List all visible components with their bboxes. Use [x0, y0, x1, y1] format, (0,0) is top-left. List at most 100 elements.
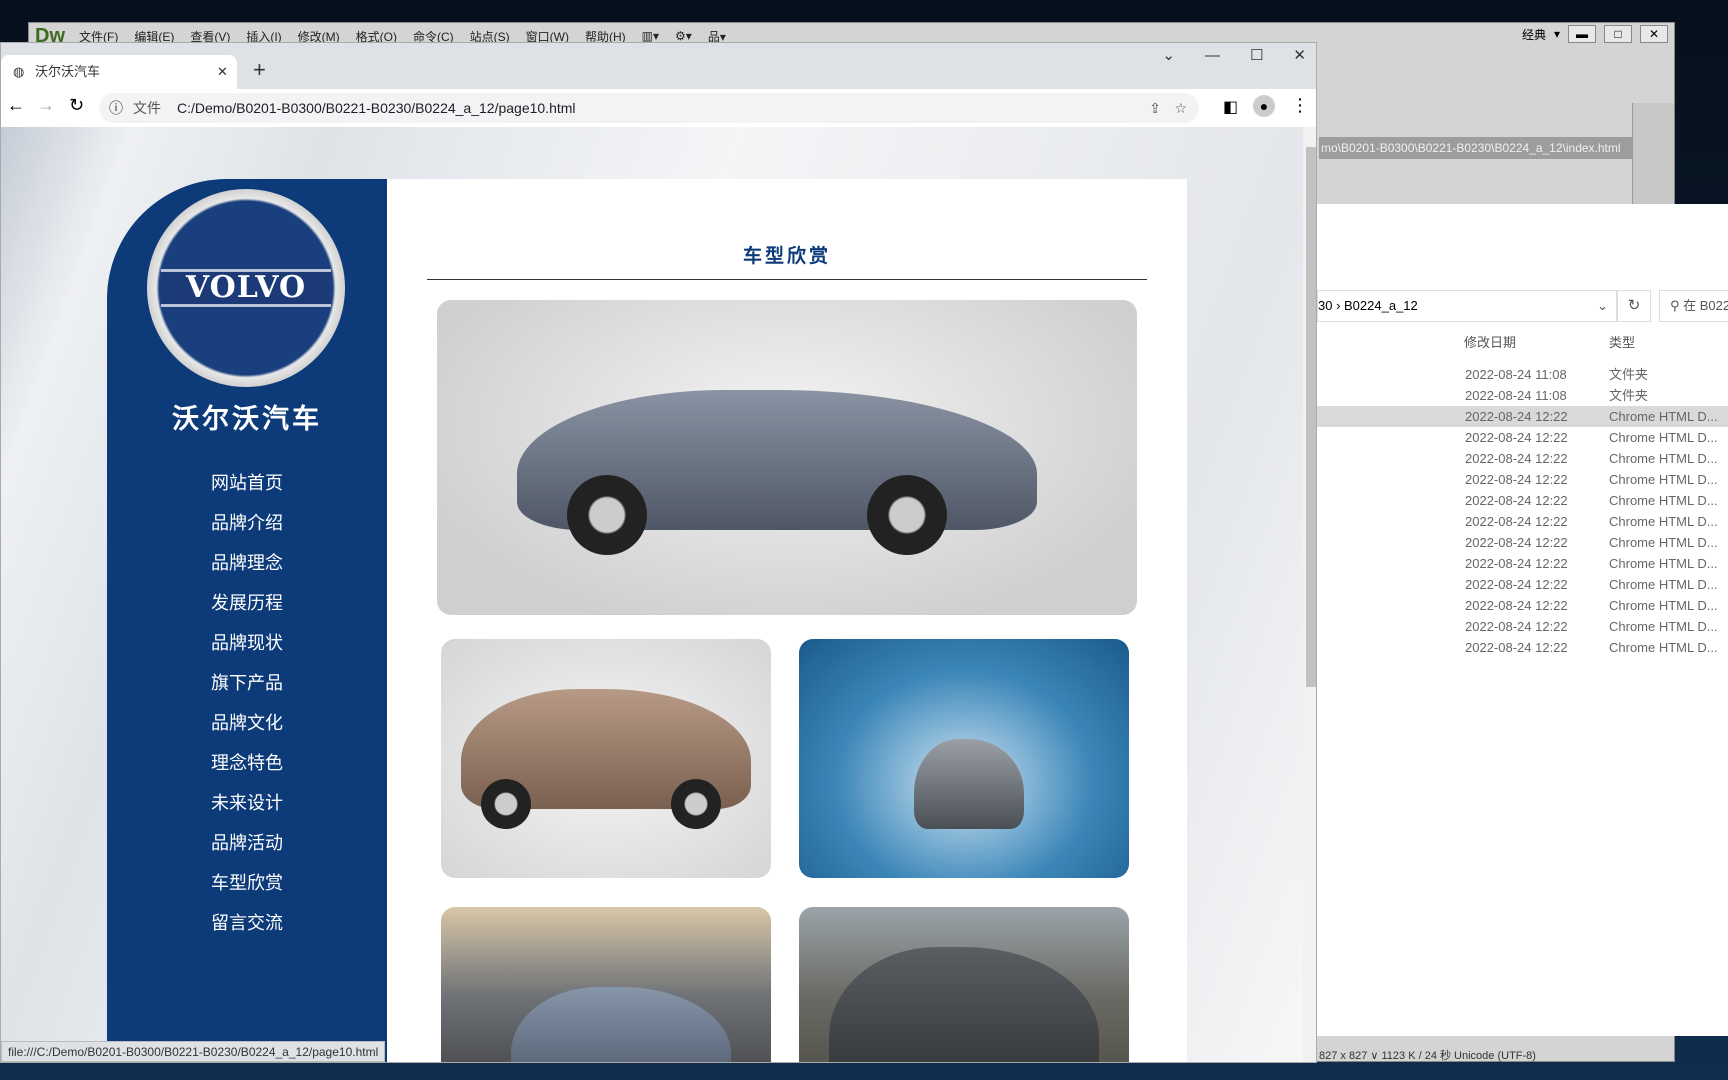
car-photo-hatchback-rear[interactable] [441, 907, 771, 1062]
file-date: 2022-08-24 12:22 [1465, 451, 1568, 466]
new-tab-button[interactable]: + [253, 57, 266, 83]
file-explorer-window: 30 › B0224_a_12 ⌄ ↻ ⚲ 在 B0224 修改日期 类型 202… [1317, 204, 1728, 1036]
tab-title: 沃尔沃汽车 [35, 64, 101, 79]
file-date: 2022-08-24 12:22 [1465, 598, 1568, 613]
page-viewport: VOLVO 沃尔沃汽车 网站首页 品牌介绍 品牌理念 发展历程 品牌现状 旗下产品 品牌文化… [1, 127, 1303, 1062]
file-date: 2022-08-24 12:22 [1465, 577, 1568, 592]
file-date: 2022-08-24 12:22 [1465, 556, 1568, 571]
maximize-button[interactable]: ☐ [1250, 43, 1263, 69]
nav-item[interactable]: 理念特色 [107, 749, 387, 775]
file-type: Chrome HTML D... [1609, 619, 1718, 634]
nav-item[interactable]: 品牌介绍 [107, 509, 387, 535]
file-type: Chrome HTML D... [1609, 640, 1718, 655]
menu-icon[interactable]: ⋮ [1291, 95, 1309, 116]
nav-item[interactable]: 品牌文化 [107, 709, 387, 735]
file-type: Chrome HTML D... [1609, 451, 1718, 466]
file-type: Chrome HTML D... [1609, 430, 1718, 445]
nav-item[interactable]: 发展历程 [107, 589, 387, 615]
car-photo-sedan[interactable] [437, 300, 1137, 615]
file-row[interactable]: 2022-08-24 12:22 Chrome HTML D... [1317, 595, 1728, 616]
file-row[interactable]: 2022-08-24 11:08 文件夹 [1317, 364, 1728, 385]
file-type: Chrome HTML D... [1609, 514, 1718, 529]
nav-item[interactable]: 品牌理念 [107, 549, 387, 575]
main-content: 车型欣赏 [387, 179, 1187, 1062]
file-row[interactable]: 2022-08-24 12:22 Chrome HTML D... [1317, 469, 1728, 490]
nav-item[interactable]: 留言交流 [107, 909, 387, 935]
search-placeholder: 在 B0224 [1683, 298, 1728, 313]
file-row[interactable]: 2022-08-24 12:22 Chrome HTML D... [1317, 574, 1728, 595]
info-icon[interactable]: ⓘ [109, 93, 123, 123]
file-row[interactable]: 2022-08-24 12:22 Chrome HTML D... [1317, 490, 1728, 511]
refresh-icon[interactable]: ↻ [1617, 290, 1651, 322]
maximize-button[interactable]: □ [1604, 25, 1632, 43]
dw-document-path: mo\B0201-B0300\B0221-B0230\B0224_a_12\in… [1319, 137, 1649, 159]
volvo-logo: VOLVO [147, 189, 345, 387]
page-scrollbar[interactable] [1303, 127, 1316, 1062]
file-row[interactable]: 2022-08-24 12:22 Chrome HTML D... [1317, 406, 1728, 427]
car-photo-suv-water[interactable] [799, 639, 1129, 878]
nav-item[interactable]: 未来设计 [107, 789, 387, 815]
address-bar[interactable]: ⓘ 文件 C:/Demo/B0201-B0300/B0221-B0230/B02… [99, 93, 1199, 123]
browser-window: ⌄ — ☐ ✕ ◍ 沃尔沃汽车 ✕ + ← → ↻ ⓘ 文件 C:/Demo/B… [0, 42, 1317, 1063]
file-type: Chrome HTML D... [1609, 556, 1718, 571]
nav-item[interactable]: 旗下产品 [107, 669, 387, 695]
file-type: Chrome HTML D... [1609, 409, 1718, 424]
column-header-date[interactable]: 修改日期 [1464, 332, 1516, 351]
sidebar: VOLVO 沃尔沃汽车 网站首页 品牌介绍 品牌理念 发展历程 品牌现状 旗下产品 品牌文化… [107, 179, 387, 1062]
bookmark-star-icon[interactable]: ☆ [1174, 93, 1187, 123]
nav-item[interactable]: 品牌现状 [107, 629, 387, 655]
file-row[interactable]: 2022-08-24 11:08 文件夹 [1317, 385, 1728, 406]
chevron-down-icon[interactable]: ⌄ [1597, 291, 1608, 321]
file-row[interactable]: 2022-08-24 12:22 Chrome HTML D... [1317, 553, 1728, 574]
file-type: 文件夹 [1609, 388, 1649, 403]
dw-window-controls: 经典 ▾ ▬ □ ✕ [1522, 25, 1668, 43]
minimize-button[interactable]: — [1205, 43, 1220, 69]
explorer-search-input[interactable]: ⚲ 在 B0224 [1659, 290, 1728, 322]
logo-wordmark: VOLVO [161, 269, 331, 307]
car-photo-hatchback-bronze[interactable] [441, 639, 771, 878]
reload-icon[interactable]: ↻ [69, 95, 84, 116]
file-date: 2022-08-24 11:08 [1465, 367, 1567, 382]
close-button[interactable]: ✕ [1640, 25, 1668, 43]
nav-item[interactable]: 网站首页 [107, 469, 387, 495]
minimize-button[interactable]: ▬ [1568, 25, 1596, 43]
file-row[interactable]: 2022-08-24 12:22 Chrome HTML D... [1317, 532, 1728, 553]
scrollbar-thumb[interactable] [1306, 147, 1316, 687]
profile-avatar-icon[interactable]: ● [1253, 95, 1275, 117]
tab-search-icon[interactable]: ⌄ [1162, 43, 1175, 69]
file-date: 2022-08-24 12:22 [1465, 619, 1568, 634]
globe-icon: ◍ [13, 64, 25, 79]
link-status-bar: file:///C:/Demo/B0201-B0300/B0221-B0230/… [1, 1041, 386, 1062]
url-text[interactable]: C:/Demo/B0201-B0300/B0221-B0230/B0224_a_… [177, 93, 576, 123]
side-panel-icon[interactable]: ◧ [1223, 97, 1238, 117]
file-type: Chrome HTML D... [1609, 493, 1718, 508]
file-type: 文件夹 [1609, 367, 1649, 382]
file-type: Chrome HTML D... [1609, 577, 1718, 592]
explorer-address-bar[interactable]: 30 › B0224_a_12 ⌄ [1317, 290, 1617, 322]
file-row[interactable]: 2022-08-24 12:22 Chrome HTML D... [1317, 448, 1728, 469]
close-button[interactable]: ✕ [1293, 43, 1306, 69]
file-row[interactable]: 2022-08-24 12:22 Chrome HTML D... [1317, 637, 1728, 658]
close-tab-icon[interactable]: ✕ [217, 55, 228, 89]
share-icon[interactable]: ⇪ [1149, 93, 1161, 123]
workspace-switcher[interactable]: 经典 [1522, 26, 1546, 43]
forward-icon[interactable]: → [37, 95, 55, 116]
back-icon[interactable]: ← [7, 95, 25, 116]
column-header-type[interactable]: 类型 [1609, 332, 1635, 351]
file-date: 2022-08-24 12:22 [1465, 514, 1568, 529]
file-row[interactable]: 2022-08-24 12:22 Chrome HTML D... [1317, 427, 1728, 448]
layout-icon[interactable]: ▥▾ [642, 29, 659, 43]
file-row[interactable]: 2022-08-24 12:22 Chrome HTML D... [1317, 511, 1728, 532]
file-date: 2022-08-24 12:22 [1465, 430, 1568, 445]
car-photo-suv-road[interactable] [799, 907, 1129, 1062]
dw-status-bar: 827 x 827 ∨ 1123 K / 24 秒 Unicode (UTF-8… [1319, 1050, 1536, 1062]
file-date: 2022-08-24 12:22 [1465, 493, 1568, 508]
file-row[interactable]: 2022-08-24 12:22 Chrome HTML D... [1317, 616, 1728, 637]
browser-toolbar: ← → ↻ ⓘ 文件 C:/Demo/B0201-B0300/B0221-B02… [1, 89, 1316, 127]
file-date: 2022-08-24 12:22 [1465, 472, 1568, 487]
gear-icon[interactable]: ⚙▾ [675, 29, 692, 43]
nav-item[interactable]: 车型欣赏 [107, 869, 387, 895]
browser-tab[interactable]: ◍ 沃尔沃汽车 ✕ [1, 55, 237, 89]
nav-item[interactable]: 品牌活动 [107, 829, 387, 855]
file-date: 2022-08-24 12:22 [1465, 640, 1568, 655]
